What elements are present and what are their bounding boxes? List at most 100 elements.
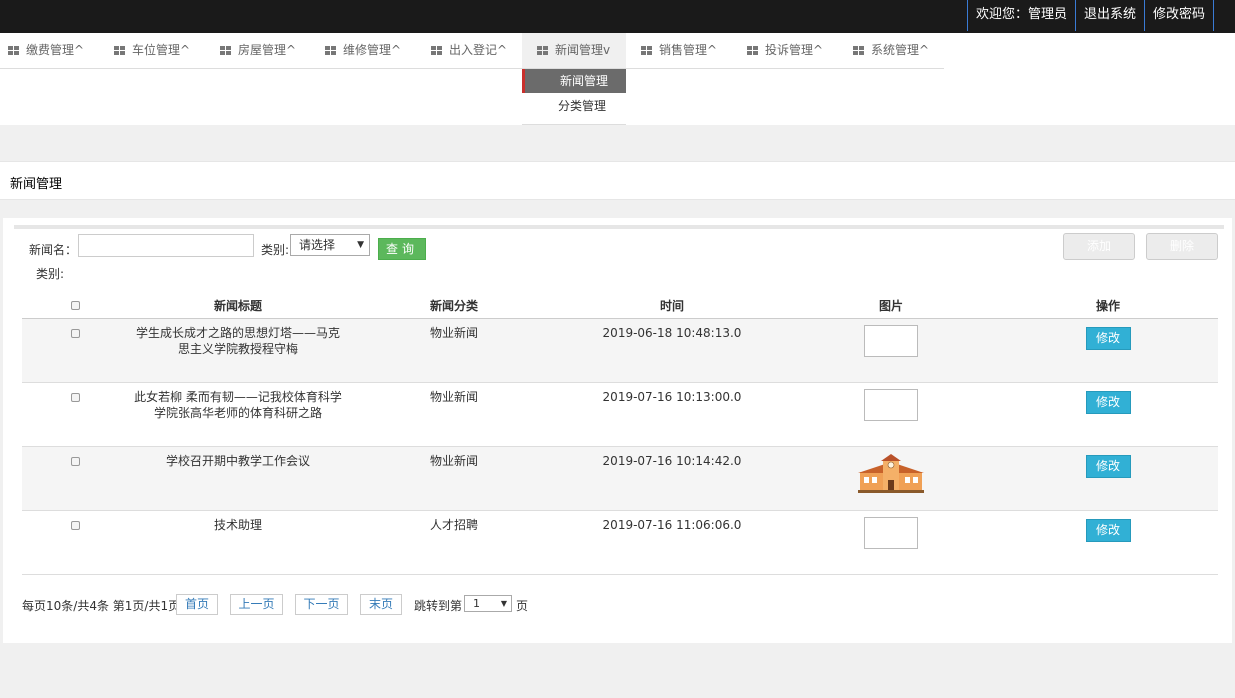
broken-image-icon	[864, 324, 918, 357]
news-category: 人才招聘	[348, 510, 560, 575]
change-password-link[interactable]: 修改密码	[1143, 0, 1214, 31]
category-select[interactable]: 请选择 ▼	[290, 234, 370, 256]
nav-item-news[interactable]: 新闻管理v	[522, 33, 626, 68]
news-title: 此女若柳 柔而有韧——记我校体育科学学院张高华老师的体育科研之路	[128, 382, 348, 447]
pagination-summary: 每页10条/共4条 第1页/共1页	[22, 599, 181, 613]
row-checkbox[interactable]	[70, 520, 80, 530]
news-category: 物业新闻	[348, 318, 560, 383]
edit-button[interactable]: 修改	[1085, 518, 1131, 542]
grid-icon	[853, 46, 864, 55]
dropdown-item-news[interactable]: 新闻管理	[522, 69, 626, 93]
select-all-checkbox[interactable]	[70, 301, 80, 311]
nav-item-parking[interactable]: 车位管理^	[114, 33, 190, 68]
edit-button[interactable]: 修改	[1085, 390, 1131, 414]
nav-item-fees[interactable]: 缴费管理^	[8, 33, 84, 68]
nav-item-system[interactable]: 系统管理^	[853, 33, 929, 68]
jump-label: 跳转到第	[414, 599, 463, 613]
first-page-button[interactable]: 首页	[176, 594, 218, 615]
action-cell: 修改	[998, 382, 1218, 447]
news-title-text: 学生成长成才之路的思想灯塔——马克思主义学院教授程守梅	[135, 325, 340, 356]
action-cell: 修改	[998, 446, 1218, 511]
news-image-cell	[784, 510, 998, 575]
action-cell: 修改	[998, 510, 1218, 575]
category-select-value: 请选择	[299, 238, 336, 252]
news-time: 2019-07-16 10:13:00.0	[560, 382, 784, 447]
category-label: 类别:	[261, 243, 290, 257]
table-row: 学生成长成才之路的思想灯塔——马克思主义学院教授程守梅 物业新闻 2019-06…	[22, 318, 1218, 383]
nav-item-complaints[interactable]: 投诉管理^	[747, 33, 823, 68]
nav-label: 车位管理^	[132, 43, 191, 57]
grid-icon	[220, 46, 231, 55]
nav-label: 新闻管理v	[555, 43, 611, 57]
page-jump-select[interactable]: 1 ▼	[464, 595, 512, 612]
nav-item-housing[interactable]: 房屋管理^	[220, 33, 296, 68]
grid-icon	[8, 46, 19, 55]
col-category-header: 新闻分类	[348, 293, 560, 319]
edit-button[interactable]: 修改	[1085, 454, 1131, 478]
nav-bar: 缴费管理^ 车位管理^ 房屋管理^ 维修管理^ 出入登记^ 新闻管理v 销售管理…	[0, 33, 1235, 125]
news-category: 物业新闻	[348, 382, 560, 447]
row-checkbox-cell	[22, 446, 128, 511]
action-cell: 修改	[998, 318, 1218, 383]
news-title-text: 此女若柳 柔而有韧——记我校体育科学学院张高华老师的体育科研之路	[134, 389, 342, 420]
grid-icon	[747, 46, 758, 55]
news-title: 学生成长成才之路的思想灯塔——马克思主义学院教授程守梅	[128, 318, 348, 383]
news-table: 新闻标题 新闻分类 时间 图片 操作 学生成长成才之路的思想灯塔——马克思主义学…	[22, 293, 1218, 575]
nav-label: 缴费管理^	[26, 43, 85, 57]
select-all-cell	[22, 293, 128, 319]
news-dropdown: 新闻管理 分类管理	[522, 69, 626, 125]
prev-page-button[interactable]: 上一页	[230, 594, 283, 615]
nav-item-sales[interactable]: 销售管理^	[641, 33, 717, 68]
logout-link[interactable]: 退出系统	[1074, 0, 1144, 31]
dropdown-arrow-icon: ▼	[357, 240, 364, 250]
dropdown-item-categories[interactable]: 分类管理	[522, 94, 626, 118]
col-image-header: 图片	[784, 293, 998, 319]
add-button[interactable]: 添加	[1063, 233, 1135, 260]
last-page-button[interactable]: 末页	[360, 594, 402, 615]
nav-menu: 缴费管理^ 车位管理^ 房屋管理^ 维修管理^ 出入登记^ 新闻管理v 销售管理…	[0, 33, 944, 69]
next-page-button[interactable]: 下一页	[295, 594, 348, 615]
divider	[14, 225, 1224, 229]
query-button[interactable]: 查询	[378, 238, 426, 260]
table-row: 技术助理 人才招聘 2019-07-16 11:06:06.0 修改	[22, 510, 1218, 575]
edit-button[interactable]: 修改	[1085, 326, 1131, 350]
jump-suffix: 页	[516, 599, 529, 613]
main-panel: 新闻名： 类别: 请选择 ▼ 查询 类别: 添加 删除 新闻标题 新闻分类 时间…	[3, 218, 1232, 643]
row-checkbox-cell	[22, 382, 128, 447]
row-checkbox[interactable]	[70, 328, 80, 338]
news-category: 物业新闻	[348, 446, 560, 511]
grid-icon	[114, 46, 125, 55]
delete-button[interactable]: 删除	[1146, 233, 1218, 260]
row-checkbox[interactable]	[70, 392, 80, 402]
welcome-text: 欢迎您：管理员	[966, 0, 1075, 31]
col-action-header: 操作	[998, 293, 1218, 319]
news-image-cell	[784, 446, 998, 511]
news-time: 2019-07-16 10:14:42.0	[560, 446, 784, 511]
news-image-cell	[784, 382, 998, 447]
table-header-row: 新闻标题 新闻分类 时间 图片 操作	[22, 293, 1218, 319]
news-time: 2019-06-18 10:48:13.0	[560, 318, 784, 383]
row-checkbox-cell	[22, 510, 128, 575]
news-name-label: 新闻名：	[29, 243, 78, 257]
nav-item-entry[interactable]: 出入登记^	[431, 33, 507, 68]
news-time: 2019-07-16 11:06:06.0	[560, 510, 784, 575]
category-label-secondary: 类别:	[36, 267, 65, 281]
nav-label: 系统管理^	[871, 43, 930, 57]
table-row: 此女若柳 柔而有韧——记我校体育科学学院张高华老师的体育科研之路 物业新闻 20…	[22, 382, 1218, 447]
news-title-text: 技术助理	[213, 517, 262, 532]
page-title: 新闻管理	[10, 177, 63, 192]
nav-item-repair[interactable]: 维修管理^	[325, 33, 401, 68]
nav-label: 投诉管理^	[765, 43, 824, 57]
page-jump-value: 1	[473, 597, 480, 610]
nav-label: 出入登记^	[449, 43, 508, 57]
table-row: 学校召开期中教学工作会议 物业新闻 2019-07-16 10:14:42.0	[22, 446, 1218, 511]
news-image-cell	[784, 318, 998, 383]
news-title: 学校召开期中教学工作会议	[128, 446, 348, 511]
row-checkbox[interactable]	[70, 456, 80, 466]
grid-icon	[641, 46, 652, 55]
top-links: 欢迎您：管理员 退出系统 修改密码	[966, 0, 1214, 31]
grid-icon	[325, 46, 336, 55]
school-building-icon	[858, 453, 924, 493]
page-title-bar: 新闻管理	[0, 161, 1235, 200]
news-name-input[interactable]	[78, 234, 254, 257]
